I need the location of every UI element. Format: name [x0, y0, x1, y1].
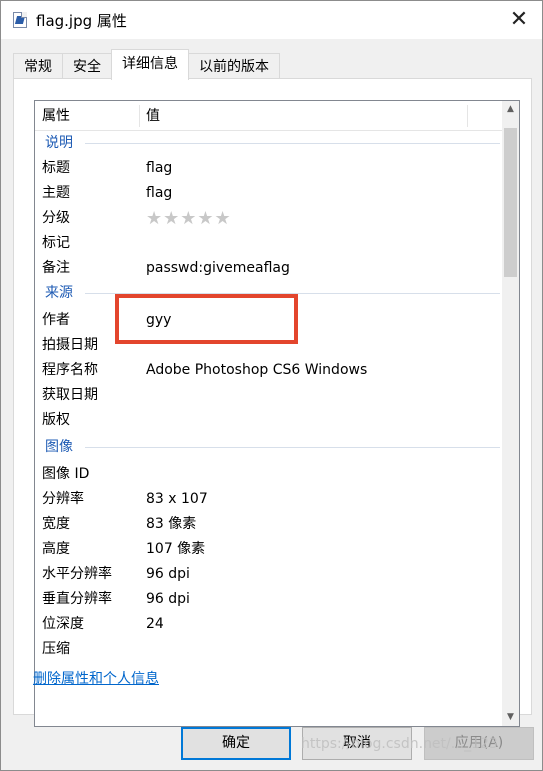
image-file-icon [13, 12, 27, 28]
list-item[interactable]: 高度 107 像素 [35, 537, 502, 562]
column-divider[interactable] [139, 105, 140, 127]
star-rating[interactable]: ★★★★★ [146, 206, 232, 231]
properties-window: flag.jpg 属性 ✕ 常规 安全 详细信息 以前的版本 属性 值 说明 标… [0, 0, 543, 771]
group-image: 图像 [35, 435, 502, 460]
scroll-up-arrow-icon[interactable]: ▲ [502, 101, 519, 118]
property-name: 作者 [42, 312, 70, 328]
group-label: 来源 [45, 285, 73, 301]
property-value[interactable]: 107 像素 [146, 537, 205, 562]
property-name: 标记 [42, 235, 70, 251]
property-name: 主题 [42, 185, 70, 201]
list-item[interactable]: 分辨率 83 x 107 [35, 487, 502, 512]
column-header-property[interactable]: 属性 [42, 101, 70, 131]
property-list-content: 属性 值 说明 标题 flag 主题 flag 分级 ★★★★★ 标记 备注 p… [35, 101, 502, 726]
group-divider [85, 447, 500, 448]
list-item[interactable]: 压缩 [35, 637, 502, 662]
list-item[interactable]: 获取日期 [35, 383, 502, 408]
list-item[interactable]: 标题 flag [35, 156, 502, 181]
property-name: 压缩 [42, 641, 70, 657]
window-title: flag.jpg 属性 [36, 12, 127, 30]
list-item[interactable]: 位深度 24 [35, 612, 502, 637]
list-item[interactable]: 主题 flag [35, 181, 502, 206]
tab-strip: 常规 安全 详细信息 以前的版本 [13, 49, 280, 82]
list-item[interactable]: 图像 ID [35, 462, 502, 487]
list-item[interactable]: 分级 ★★★★★ [35, 206, 502, 231]
property-name: 标题 [42, 160, 70, 176]
remove-properties-link[interactable]: 删除属性和个人信息 [33, 668, 159, 688]
column-divider[interactable] [467, 105, 468, 127]
property-name: 高度 [42, 541, 70, 557]
group-divider [85, 143, 500, 144]
property-value[interactable]: flag [146, 181, 172, 206]
property-name: 分级 [42, 210, 70, 226]
property-name: 图像 ID [42, 466, 90, 482]
list-item[interactable]: 水平分辨率 96 dpi [35, 562, 502, 587]
scroll-thumb[interactable] [504, 128, 517, 277]
property-value[interactable]: passwd:givemeaflag [146, 256, 290, 281]
property-name: 版权 [42, 412, 70, 428]
property-value[interactable]: 96 dpi [146, 562, 190, 587]
group-description: 说明 [35, 131, 502, 156]
list-item[interactable]: 标记 [35, 231, 502, 256]
property-name: 宽度 [42, 516, 70, 532]
vertical-scrollbar[interactable]: ▲ ▼ [502, 101, 519, 726]
close-button[interactable]: ✕ [504, 5, 534, 35]
red-highlight-annotation [115, 294, 298, 344]
title-bar[interactable]: flag.jpg 属性 ✕ [1, 1, 542, 39]
list-item[interactable]: 垂直分辨率 96 dpi [35, 587, 502, 612]
property-value[interactable]: 83 像素 [146, 512, 196, 537]
list-item[interactable]: 程序名称 Adobe Photoshop CS6 Windows [35, 358, 502, 383]
property-name: 垂直分辨率 [42, 591, 112, 607]
property-value[interactable]: 24 [146, 612, 164, 637]
property-name: 备注 [42, 260, 70, 276]
property-value[interactable]: flag [146, 156, 172, 181]
property-name: 位深度 [42, 616, 84, 632]
details-panel: 属性 值 说明 标题 flag 主题 flag 分级 ★★★★★ 标记 备注 p… [13, 78, 532, 727]
group-label: 说明 [45, 135, 73, 151]
tab-details[interactable]: 详细信息 [111, 49, 189, 80]
list-item[interactable]: 备注 passwd:givemeaflag [35, 256, 502, 281]
column-header-value[interactable]: 值 [146, 101, 160, 131]
property-name: 拍摄日期 [42, 337, 98, 353]
property-name: 水平分辨率 [42, 566, 112, 582]
property-value[interactable]: 96 dpi [146, 587, 190, 612]
property-value[interactable]: 83 x 107 [146, 487, 208, 512]
property-list[interactable]: 属性 值 说明 标题 flag 主题 flag 分级 ★★★★★ 标记 备注 p… [34, 100, 520, 727]
ok-button[interactable]: 确定 [181, 727, 291, 760]
property-value[interactable]: Adobe Photoshop CS6 Windows [146, 358, 367, 383]
scroll-down-arrow-icon[interactable]: ▼ [502, 709, 519, 726]
watermark: https://blog.csdn.net/..._123 [301, 736, 498, 752]
property-name: 分辨率 [42, 491, 84, 507]
property-name: 获取日期 [42, 387, 98, 403]
property-name: 程序名称 [42, 362, 98, 378]
list-item[interactable]: 版权 [35, 408, 502, 433]
list-item[interactable]: 宽度 83 像素 [35, 512, 502, 537]
list-header: 属性 值 [35, 101, 502, 131]
group-label: 图像 [45, 439, 73, 455]
